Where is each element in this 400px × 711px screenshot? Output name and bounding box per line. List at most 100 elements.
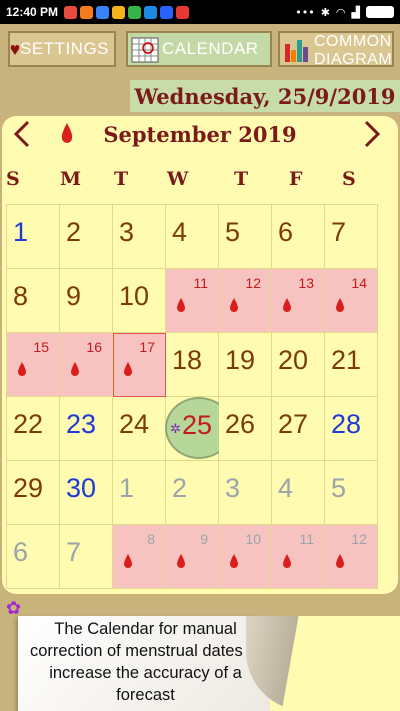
status-bar: 12:40 PM ••• ✱ ◠ ▟ — [0, 0, 400, 24]
info-note-text: The Calendar for manual correction of me… — [29, 620, 262, 704]
app-icon — [128, 5, 142, 19]
day-cell[interactable]: 27 — [272, 397, 325, 461]
day-number: 2 — [66, 217, 82, 247]
system-icons: ••• ✱ ◠ ▟ — [295, 6, 394, 19]
tab-calendar-label: CALENDAR — [162, 39, 259, 58]
day-cell[interactable]: 15 — [7, 333, 60, 397]
day-number: 12 — [351, 531, 367, 547]
day-cell[interactable]: 22 — [7, 397, 60, 461]
drop-icon — [282, 297, 292, 318]
day-cell[interactable]: 13 — [272, 269, 325, 333]
top-tab-bar: SETTINGS CALENDAR COMMON DIAGRAM — [0, 24, 400, 74]
battery-icon — [366, 6, 394, 18]
day-number: 13 — [298, 275, 314, 291]
sun-icon: ✲ — [170, 421, 181, 436]
calendar-grid: 1 2 3 4 5 6 7 8 9 10 11 12 13 14 15 16 17 18 19 20 21 22 23 24 ✲… — [6, 204, 378, 589]
weekday-label: S — [6, 168, 20, 190]
day-cell[interactable]: 11 — [166, 269, 219, 333]
day-cell[interactable]: 12 — [325, 525, 378, 589]
drop-icon — [123, 553, 133, 574]
day-cell[interactable]: 28 — [325, 397, 378, 461]
day-cell[interactable]: 3 — [113, 205, 166, 269]
day-cell[interactable]: 29 — [7, 461, 60, 525]
chevron-left-icon — [13, 120, 30, 148]
day-number: 24 — [119, 409, 150, 439]
day-cell[interactable]: ✲ 25 — [165, 397, 233, 461]
day-cell[interactable]: 7 — [60, 525, 113, 589]
day-cell[interactable]: 21 — [325, 333, 378, 397]
day-cell[interactable]: 1 — [113, 461, 166, 525]
drop-icon — [17, 361, 27, 382]
tab-settings[interactable]: SETTINGS — [8, 31, 116, 67]
messages-icon — [96, 5, 110, 19]
day-cell[interactable]: 23 — [60, 397, 113, 461]
day-cell[interactable]: 18 — [166, 333, 219, 397]
weekday-label: S — [342, 168, 356, 190]
day-cell[interactable]: 26 — [219, 397, 272, 461]
drop-icon — [176, 297, 186, 318]
day-cell[interactable]: 3 — [219, 461, 272, 525]
day-cell[interactable]: 5 — [219, 205, 272, 269]
day-number: 16 — [86, 339, 102, 355]
tab-calendar[interactable]: CALENDAR — [126, 31, 272, 67]
drop-icon — [335, 297, 345, 318]
day-number: 3 — [119, 217, 135, 247]
app-icon — [160, 5, 174, 19]
day-number: 18 — [172, 345, 203, 375]
drop-icon — [229, 553, 239, 574]
day-cell[interactable]: 4 — [166, 205, 219, 269]
day-number: 11 — [299, 531, 314, 547]
more-icon: ••• — [295, 5, 315, 19]
drop-icon — [123, 361, 133, 382]
day-cell[interactable]: 9 — [166, 525, 219, 589]
day-cell[interactable]: 1 — [7, 205, 60, 269]
page-curl[interactable] — [246, 616, 400, 711]
day-cell[interactable]: 9 — [60, 269, 113, 333]
next-month-button[interactable] — [354, 116, 390, 152]
day-number: 19 — [225, 345, 256, 375]
day-number: 20 — [278, 345, 309, 375]
date-header: Wednesday, 25/9/2019 — [0, 74, 400, 116]
weekday-label: T — [234, 168, 249, 190]
day-number: 1 — [119, 473, 135, 503]
weekday-label: T — [114, 168, 129, 190]
chevron-right-icon — [364, 120, 381, 148]
drop-icon — [70, 361, 80, 382]
day-cell[interactable]: 5 — [325, 461, 378, 525]
day-cell[interactable]: 8 — [7, 269, 60, 333]
day-cell[interactable]: 8 — [113, 525, 166, 589]
day-cell[interactable]: 2 — [60, 205, 113, 269]
day-number: 4 — [278, 473, 294, 503]
day-number: 10 — [119, 281, 150, 311]
prev-month-button[interactable] — [4, 116, 40, 152]
day-cell[interactable]: 19 — [219, 333, 272, 397]
app-icon — [112, 5, 126, 19]
day-cell[interactable]: 17 — [113, 333, 166, 397]
day-number: 30 — [66, 473, 97, 503]
day-cell[interactable]: 24 — [113, 397, 166, 461]
day-number: 12 — [245, 275, 261, 291]
drop-icon — [176, 553, 186, 574]
day-cell[interactable]: 14 — [325, 269, 378, 333]
tab-common-diagram[interactable]: COMMON DIAGRAM — [278, 31, 394, 67]
drop-icon — [229, 297, 239, 318]
day-number: 9 — [66, 281, 82, 311]
day-cell[interactable]: 6 — [272, 205, 325, 269]
day-cell[interactable]: 7 — [325, 205, 378, 269]
day-cell[interactable]: 12 — [219, 269, 272, 333]
day-cell[interactable]: 4 — [272, 461, 325, 525]
day-cell[interactable]: 10 — [219, 525, 272, 589]
day-cell[interactable]: 6 — [7, 525, 60, 589]
bar-chart-icon — [280, 35, 314, 65]
day-number: 11 — [193, 275, 208, 291]
calendar-card: September 2019 S M T W T F S 1 2 3 4 5 6 7 8 9 10… — [2, 116, 398, 594]
day-cell[interactable]: 20 — [272, 333, 325, 397]
day-cell[interactable]: 11 — [272, 525, 325, 589]
day-number: 1 — [13, 217, 29, 247]
app-icon — [144, 5, 158, 19]
day-cell[interactable]: 2 — [166, 461, 219, 525]
day-cell[interactable]: 10 — [113, 269, 166, 333]
day-cell[interactable]: 30 — [60, 461, 113, 525]
notification-icons — [64, 5, 190, 19]
day-cell[interactable]: 16 — [60, 333, 113, 397]
